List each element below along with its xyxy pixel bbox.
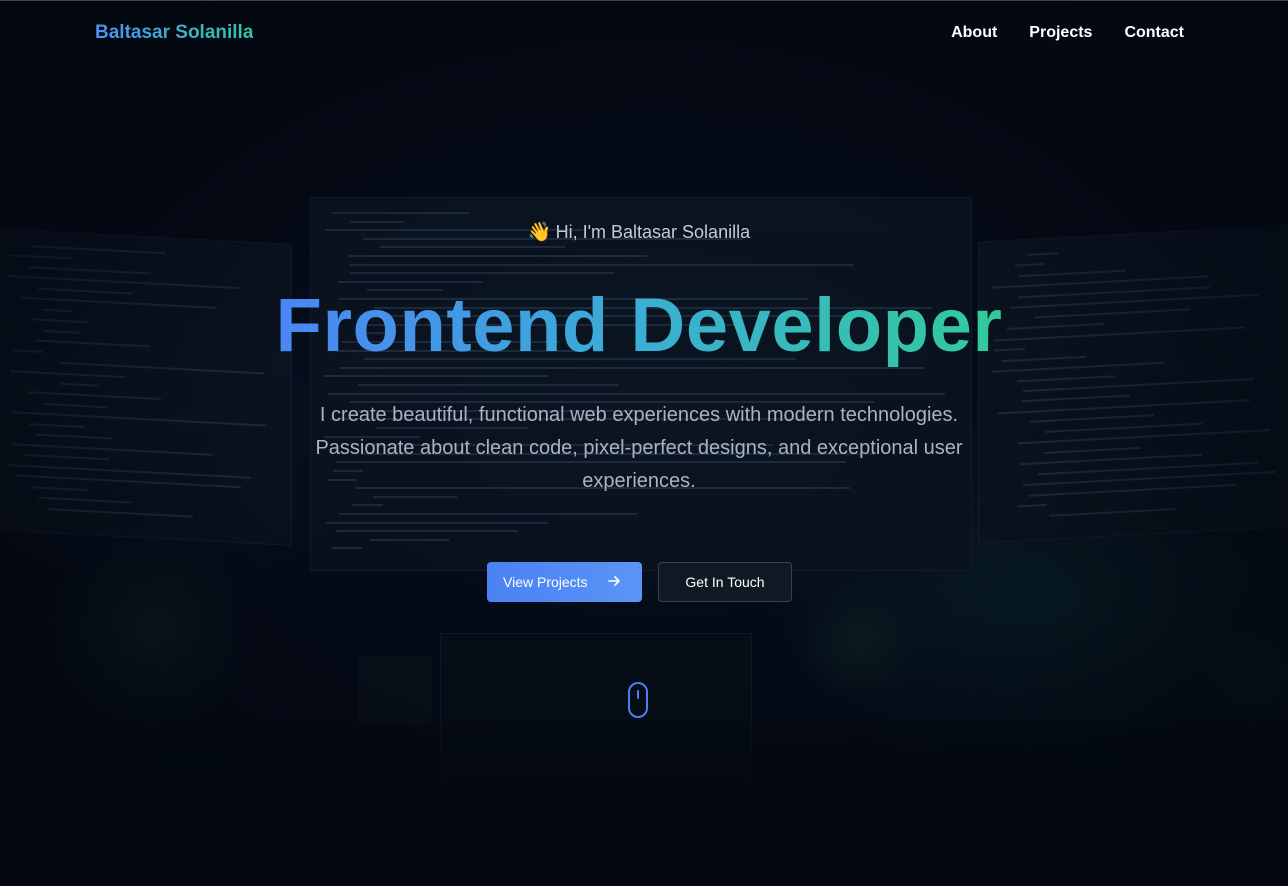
greeting-text: Hi, I'm Baltasar Solanilla [555,222,751,242]
hero-title: Frontend Developer [0,281,1278,371]
hero-section: 👋 Hi, I'm Baltasar Solanilla Frontend Dev… [0,1,1288,886]
hero-title-text: Frontend Developer [275,283,1003,368]
get-in-touch-button[interactable]: Get In Touch [658,562,792,602]
hero-cta-row: View Projects Get In Touch [487,562,792,602]
page: Baltasar Solanilla About Projects Contac… [0,0,1288,886]
waving-hand-icon: 👋 [527,222,552,243]
mouse-wheel [637,690,639,699]
hero-subtitle: I create beautiful, functional web exper… [315,404,963,492]
view-projects-button[interactable]: View Projects [487,562,642,602]
arrow-right-icon [607,574,621,590]
hero-greeting: 👋 Hi, I'm Baltasar Solanilla [0,220,1278,244]
view-projects-label: View Projects [503,574,588,590]
mouse-scroll-icon[interactable] [628,682,648,718]
